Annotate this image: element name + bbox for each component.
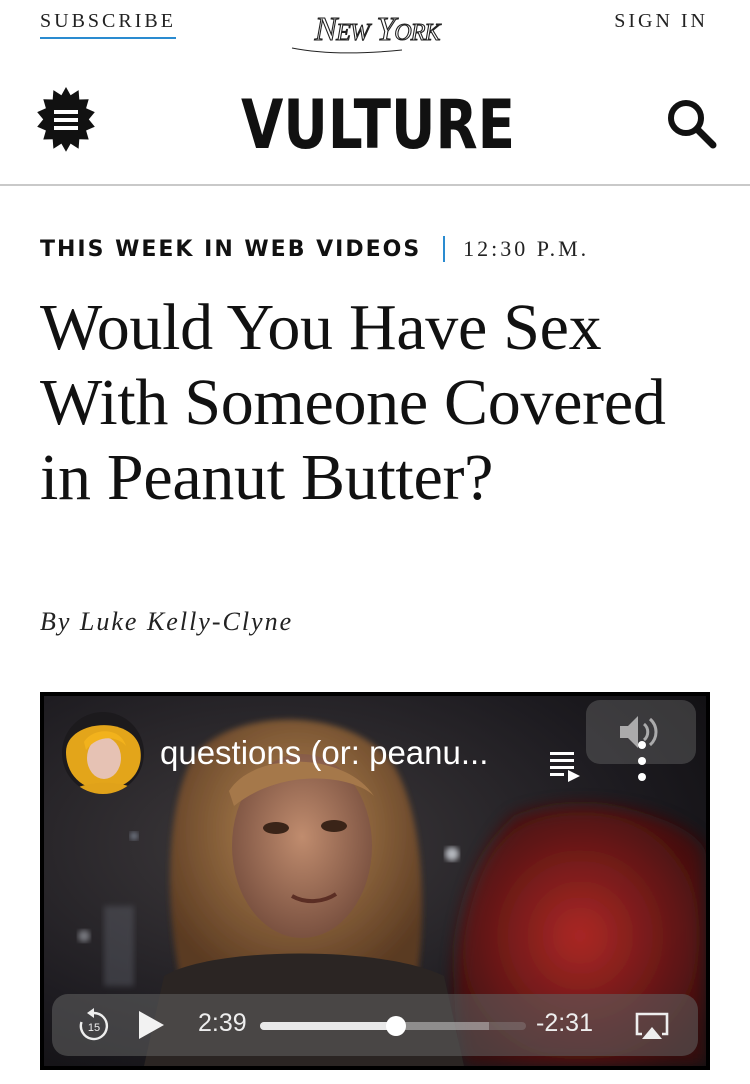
video-controls: 15 2:39 -2:31 [52,994,698,1056]
scrubber-knob[interactable] [385,1016,406,1036]
search-icon[interactable] [662,94,720,152]
skip-back-label: 15 [88,1022,100,1034]
video-title[interactable]: questions (or: peanu... [160,734,488,772]
elapsed-time: 2:39 [198,1009,247,1037]
vulture-logo[interactable]: VULTURE [238,80,518,162]
channel-avatar[interactable] [62,712,144,794]
sign-in-link[interactable]: SIGN IN [614,10,708,33]
rubric-link[interactable]: THIS WEEK IN WEB VIDEOS [40,237,421,262]
progress-played [260,1022,396,1030]
meta-divider [443,236,446,262]
article-meta: THIS WEEK IN WEB VIDEOS 12:30 P.M. [40,234,589,264]
playlist-icon[interactable] [548,744,586,784]
vulture-logo-text: VULTURE [241,86,515,162]
skip-back-button[interactable]: 15 [76,1008,112,1044]
menu-icon[interactable] [32,86,100,154]
remaining-time: -2:31 [536,1009,593,1037]
skip-back-15-icon: 15 [79,1008,109,1041]
airplay-icon[interactable] [634,1008,670,1044]
new-york-logo[interactable]: NEW YORK [282,4,472,56]
top-bar: SUBSCRIBE NEW YORK SIGN IN [0,0,750,60]
subscribe-link[interactable]: SUBSCRIBE [40,10,176,39]
svg-text:NEW YORK: NEW YORK [314,11,443,48]
timestamp: 12:30 P.M. [463,236,590,261]
video-player[interactable]: questions (or: peanu... 15 2:39 -2:31 [40,692,710,1070]
play-icon[interactable] [136,1009,166,1041]
headline: Would You Have Sex With Someone Covered … [40,291,666,514]
byline: By Luke Kelly-Clyne [40,607,294,636]
more-options-icon[interactable] [630,738,654,784]
progress-bar[interactable] [260,1016,526,1036]
site-header: VULTURE [0,60,750,186]
